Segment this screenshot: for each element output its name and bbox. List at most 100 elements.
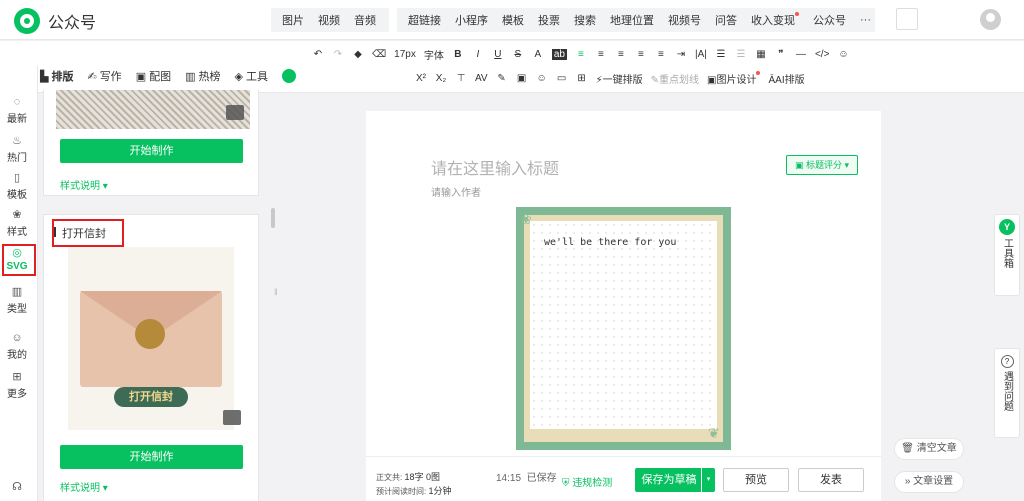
tab-tools[interactable]: ◈ 工具 <box>235 68 268 84</box>
sidebar-item-mine[interactable]: ☺ 我的 <box>0 332 34 361</box>
style-desc-link[interactable]: 样式说明 ▾ <box>60 177 108 192</box>
menu-template[interactable]: 模板 <box>495 12 531 28</box>
chevron-down-icon[interactable]: ▾ <box>701 468 715 492</box>
italic-icon[interactable]: I <box>472 49 484 60</box>
underline-icon[interactable]: U <box>492 49 504 60</box>
list-icon[interactable]: ☰ <box>715 49 727 60</box>
help-float[interactable]: ? 遇到问题 <box>994 348 1020 438</box>
media-insert-menu: 图片 视频 音频 <box>271 8 389 32</box>
menu-channels[interactable]: 视频号 <box>661 12 708 28</box>
tab-layout[interactable]: ▙ 排版 <box>40 68 73 84</box>
save-draft-button[interactable]: 保存为草稿 ▾ <box>635 468 715 492</box>
author-input[interactable]: 请输入作者 <box>431 184 481 199</box>
subscript-icon[interactable]: X₂ <box>435 73 447 84</box>
justify-icon[interactable]: ≡ <box>635 49 647 60</box>
letter-text[interactable]: we'll be there for you <box>544 237 676 248</box>
align-center-icon[interactable]: ≡ <box>595 49 607 60</box>
granite-preview-image[interactable] <box>56 90 250 129</box>
menu-video[interactable]: 视频 <box>311 12 347 28</box>
strikethrough-icon[interactable]: S <box>512 49 524 60</box>
sidebar-item-more[interactable]: ⊞ 更多 <box>0 370 34 400</box>
mobile-preview-icon[interactable] <box>896 8 918 30</box>
divider-icon[interactable]: — <box>795 49 807 60</box>
tab-hot[interactable]: ▥ 热榜 <box>185 68 220 84</box>
menu-miniprogram[interactable]: 小程序 <box>448 12 495 28</box>
html-icon[interactable]: ▭ <box>556 73 568 84</box>
sidebar-item-latest[interactable]: ◌ 最新 <box>0 96 34 125</box>
envelope-preview[interactable]: 打开信封 <box>68 247 241 430</box>
insert-image-icon[interactable]: ▣ <box>516 73 528 84</box>
menu-monetize[interactable]: 收入变现 <box>744 12 806 28</box>
title-score-button[interactable]: ▣ 标题评分 ▾ <box>786 155 858 175</box>
quote-icon[interactable]: ❞ <box>775 49 787 60</box>
trash-icon: 🗑 <box>901 443 914 454</box>
app-logo[interactable]: 公众号 <box>14 8 96 34</box>
redo-icon[interactable]: ↷ <box>332 49 344 60</box>
violation-check-link[interactable]: ⛨ 违规检测 <box>562 474 612 489</box>
paragraph-spacing-icon[interactable]: ⊤ <box>455 73 467 84</box>
undo-icon[interactable]: ↶ <box>312 49 324 60</box>
letter-spacing-icon[interactable]: |A| <box>695 49 707 60</box>
menu-more[interactable]: ··· <box>853 14 878 26</box>
line-height-icon[interactable]: ≡ <box>655 49 667 60</box>
menu-official-account[interactable]: 公众号 <box>806 12 853 28</box>
start-button[interactable]: 开始制作 <box>60 139 243 163</box>
headset-icon[interactable]: ☊ <box>0 480 34 495</box>
one-click-layout-button[interactable]: ⚡一键排版 <box>596 71 643 86</box>
toolbox-icon[interactable]: ⊞ <box>576 73 588 84</box>
align-left-icon[interactable]: ≡ <box>575 49 587 60</box>
image-design-label: 图片设计 <box>716 75 757 86</box>
sidebar-item-hot[interactable]: ♨ 热门 <box>0 134 34 164</box>
code-icon[interactable]: </> <box>815 49 829 60</box>
category-sidebar: ◌ 最新 ♨ 热门 ▯ 模板 ❀ 样式 ◎ SVG ▥ 类型 ☺ 我的 ⊞ 更多 ☊ <box>0 66 38 501</box>
article-settings-button[interactable]: » 文章设置 <box>894 471 964 493</box>
start-button[interactable]: 开始制作 <box>60 445 243 469</box>
text-color-icon[interactable]: A <box>532 49 544 60</box>
eye-icon[interactable] <box>223 410 241 425</box>
character-spacing-icon[interactable]: AV <box>475 73 488 84</box>
sidebar-item-style[interactable]: ❀ 样式 <box>0 208 34 238</box>
sticker-icon[interactable]: ☺ <box>536 73 548 84</box>
tab-writing[interactable]: ✍ 写作 <box>87 68 121 84</box>
preview-button[interactable]: 预览 <box>723 468 789 492</box>
panel-resize-handle[interactable]: ‖ <box>274 287 280 307</box>
image-design-button[interactable]: ▣图片设计 <box>707 71 761 86</box>
publish-button[interactable]: 发表 <box>798 468 864 492</box>
magic-icon[interactable]: ✎ <box>496 73 508 84</box>
tab-images[interactable]: ▣ 配图 <box>136 68 171 84</box>
eye-icon[interactable] <box>226 105 244 120</box>
letter-svg-block[interactable]: we'll be there for you ❀ ❦ <box>516 207 731 450</box>
avatar[interactable] <box>980 9 1001 30</box>
ordered-list-icon[interactable]: ☰ <box>735 49 747 60</box>
font-size-select[interactable]: 17px <box>394 49 416 60</box>
focus-line-button[interactable]: ✎重点划线 <box>651 71 699 86</box>
menu-image[interactable]: 图片 <box>275 12 311 28</box>
format-painter-icon[interactable]: ◆ <box>352 49 364 60</box>
status-toggle[interactable] <box>281 69 296 83</box>
sidebar-item-type[interactable]: ▥ 类型 <box>0 285 34 315</box>
superscript-icon[interactable]: X² <box>415 73 427 84</box>
style-desc-link[interactable]: 样式说明 ▾ <box>60 479 108 494</box>
emoji-icon[interactable]: ☺ <box>837 49 849 60</box>
sidebar-label: 更多 <box>7 389 27 400</box>
ai-layout-button[interactable]: ĀAI排版 <box>768 71 804 86</box>
menu-audio[interactable]: 音频 <box>347 12 383 28</box>
sidebar-item-template[interactable]: ▯ 模板 <box>0 171 34 201</box>
bold-icon[interactable]: B <box>452 49 464 60</box>
highlight-icon[interactable]: ab <box>551 49 567 60</box>
toolbox-float[interactable]: Y 工具箱 <box>994 214 1020 296</box>
align-right-icon[interactable]: ≡ <box>615 49 627 60</box>
clear-article-button[interactable]: 🗑 清空文章 <box>894 438 964 460</box>
menu-search[interactable]: 搜索 <box>567 12 603 28</box>
title-input[interactable]: 请在这里输入标题 <box>431 155 559 179</box>
indent-icon[interactable]: ⇥ <box>675 49 687 60</box>
menu-qa[interactable]: 问答 <box>708 12 744 28</box>
menu-location[interactable]: 地理位置 <box>603 12 661 28</box>
panel-scrollbar[interactable] <box>271 208 275 228</box>
clear-format-icon[interactable]: ⌫ <box>372 49 386 60</box>
sidebar-label: 样式 <box>7 227 27 238</box>
font-family-select[interactable]: 字体 <box>424 47 444 62</box>
menu-vote[interactable]: 投票 <box>531 12 567 28</box>
table-icon[interactable]: ▦ <box>755 49 767 60</box>
menu-hyperlink[interactable]: 超链接 <box>401 12 448 28</box>
